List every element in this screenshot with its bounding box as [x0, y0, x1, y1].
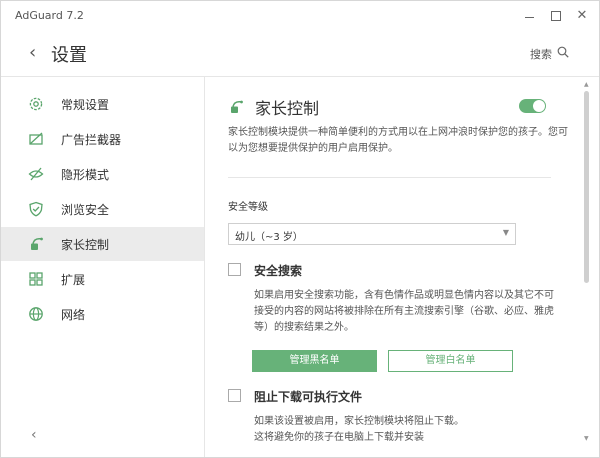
- app-title: AdGuard 7.2: [15, 9, 84, 22]
- search-icon[interactable]: [557, 46, 569, 58]
- sidebar-item-parental-control[interactable]: 家长控制: [1, 227, 204, 261]
- page-title: 设置: [51, 45, 87, 66]
- chevron-down-icon: ▼: [502, 228, 509, 237]
- scroll-thumb[interactable]: [584, 91, 589, 283]
- safe-search-title: 安全搜索: [254, 264, 303, 278]
- safety-level-value: 幼儿（~3 岁）: [235, 232, 303, 243]
- manage-whitelist-button[interactable]: 管理白名单: [388, 350, 513, 372]
- close-button[interactable]: ✕: [573, 7, 591, 25]
- sidebar-item-stealth[interactable]: 隐形模式: [1, 157, 204, 191]
- sidebar-item-extensions[interactable]: 扩展: [1, 262, 204, 296]
- sidebar-item-network[interactable]: 网络: [1, 297, 204, 331]
- minimize-button[interactable]: [521, 7, 539, 25]
- sidebar-item-label: 网络: [61, 308, 86, 322]
- block-executables-description: 如果该设置被启用，家长控制模块将阻止下载。这将避免你的孩子在电脑上下载并安装: [254, 416, 464, 443]
- safety-level-select[interactable]: 幼儿（~3 岁） ▼: [228, 223, 516, 245]
- block-executables-title: 阻止下载可执行文件: [254, 390, 363, 404]
- scroll-up-icon[interactable]: ▲: [584, 81, 589, 88]
- sidebar-item-general[interactable]: 常规设置: [1, 87, 204, 121]
- title-bar: AdGuard 7.2 ✕: [1, 1, 599, 31]
- maximize-button[interactable]: [547, 7, 565, 25]
- safe-search-checkbox[interactable]: [228, 263, 241, 276]
- collapse-sidebar-button[interactable]: ‹: [31, 427, 37, 443]
- gear-icon: [29, 97, 43, 111]
- sidebar-item-browsing-security[interactable]: 浏览安全: [1, 192, 204, 226]
- scroll-down-icon[interactable]: ▼: [584, 435, 589, 442]
- sidebar-item-label: 扩展: [61, 273, 86, 287]
- parental-control-toggle[interactable]: [519, 99, 546, 113]
- sidebar-item-label: 家长控制: [61, 238, 110, 252]
- safe-search-description: 如果启用安全搜索功能，含有色情作品或明显色情内容以及其它不可接受的内容的网站将被…: [254, 290, 554, 333]
- back-button[interactable]: ‹: [29, 43, 36, 63]
- page-header: ‹ 设置 搜索: [1, 31, 599, 77]
- parental-control-icon: [231, 100, 243, 113]
- sidebar-item-label: 广告拦截器: [61, 133, 122, 147]
- search-button[interactable]: 搜索: [530, 46, 552, 62]
- sidebar-item-ad-blocker[interactable]: 广告拦截器: [1, 122, 204, 156]
- main-content: 家长控制 家长控制模块提供一种简单便利的方式用以在上网冲浪时保护您的孩子。您可以…: [206, 77, 599, 457]
- sidebar: 常规设置 广告拦截器 隐形模式 浏览安全 家长控制 扩展 网络 ‹: [1, 77, 205, 457]
- shield-icon: [29, 201, 43, 217]
- stealth-eye-icon: [28, 167, 44, 181]
- sidebar-item-label: 常规设置: [61, 98, 110, 112]
- app-window: AdGuard 7.2 ✕ ‹ 设置 搜索 常规设置 广告拦截器 隐形模式 浏览…: [0, 0, 600, 458]
- section-description: 家长控制模块提供一种简单便利的方式用以在上网冲浪时保护您的孩子。您可以为您想要提…: [228, 127, 568, 154]
- safety-level-label: 安全等级: [228, 202, 268, 213]
- sidebar-item-label: 隐形模式: [61, 168, 110, 182]
- block-executables-checkbox[interactable]: [228, 389, 241, 402]
- globe-icon: [29, 307, 43, 321]
- divider: [228, 177, 551, 178]
- manage-blacklist-button[interactable]: 管理黑名单: [252, 350, 377, 372]
- ad-blocker-icon: [29, 132, 43, 145]
- scrollbar[interactable]: ▲ ▼: [584, 77, 590, 457]
- sidebar-item-label: 浏览安全: [61, 203, 110, 217]
- extensions-icon: [29, 272, 43, 286]
- section-title: 家长控制: [255, 99, 320, 118]
- toggle-knob: [533, 100, 545, 112]
- parental-control-icon: [31, 237, 43, 250]
